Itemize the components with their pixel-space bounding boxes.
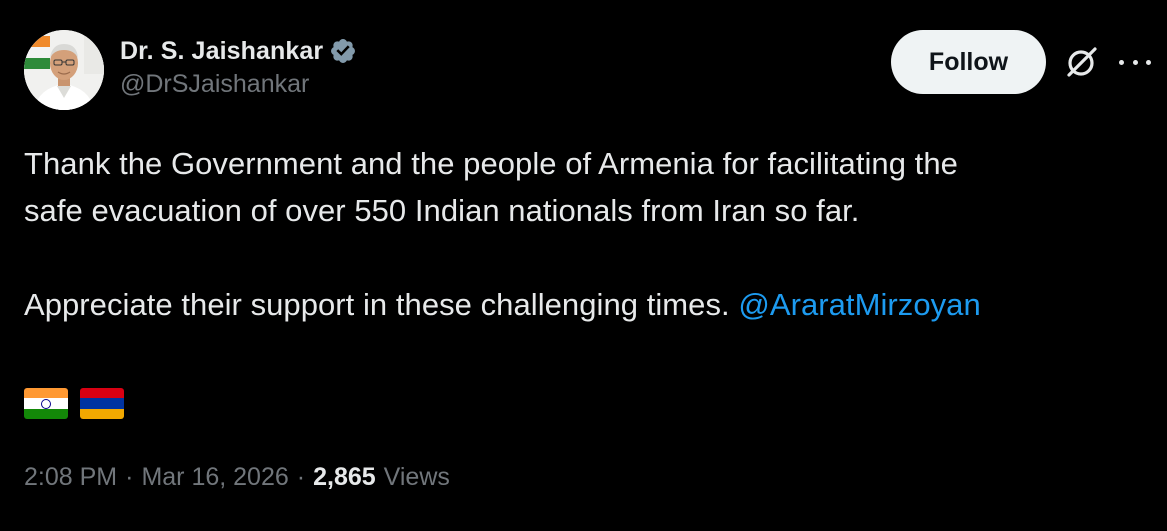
follow-button[interactable]: Follow	[891, 30, 1046, 94]
verified-badge-icon[interactable]	[329, 37, 357, 65]
flag-emojis	[24, 388, 124, 419]
tweet-line: Appreciate their support in these challe…	[24, 281, 1134, 328]
tweet-line: Thank the Government and the people of A…	[24, 146, 958, 181]
avatar-image	[24, 30, 104, 110]
tweet-text: Thank the Government and the people of A…	[24, 140, 1134, 328]
views-label: Views	[383, 463, 450, 491]
meta-separator: ·	[125, 463, 134, 491]
tweet-card: Dr. S. Jaishankar @DrSJaishankar Follow …	[0, 0, 1167, 531]
views-count: 2,865	[313, 463, 376, 491]
tweet-time[interactable]: 2:08 PM	[24, 463, 117, 492]
tweet-line: safe evacuation of over 550 Indian natio…	[24, 193, 860, 228]
tweet-line-text: Appreciate their support in these challe…	[24, 287, 739, 322]
author-handle[interactable]: @DrSJaishankar	[120, 70, 357, 99]
india-flag-icon	[24, 388, 68, 419]
author-block: Dr. S. Jaishankar @DrSJaishankar	[120, 34, 357, 99]
tweet-meta: 2:08 PM · Mar 16, 2026 · 2,865 Views	[24, 463, 450, 492]
armenia-flag-icon	[80, 388, 124, 419]
grok-icon[interactable]	[1064, 44, 1100, 80]
more-options-icon[interactable]	[1119, 50, 1151, 74]
tweet-date[interactable]: Mar 16, 2026	[141, 463, 288, 492]
author-display-name[interactable]: Dr. S. Jaishankar	[120, 37, 323, 66]
avatar[interactable]	[24, 30, 104, 110]
mention-link[interactable]: @AraratMirzoyan	[738, 287, 980, 322]
meta-separator: ·	[296, 463, 306, 491]
